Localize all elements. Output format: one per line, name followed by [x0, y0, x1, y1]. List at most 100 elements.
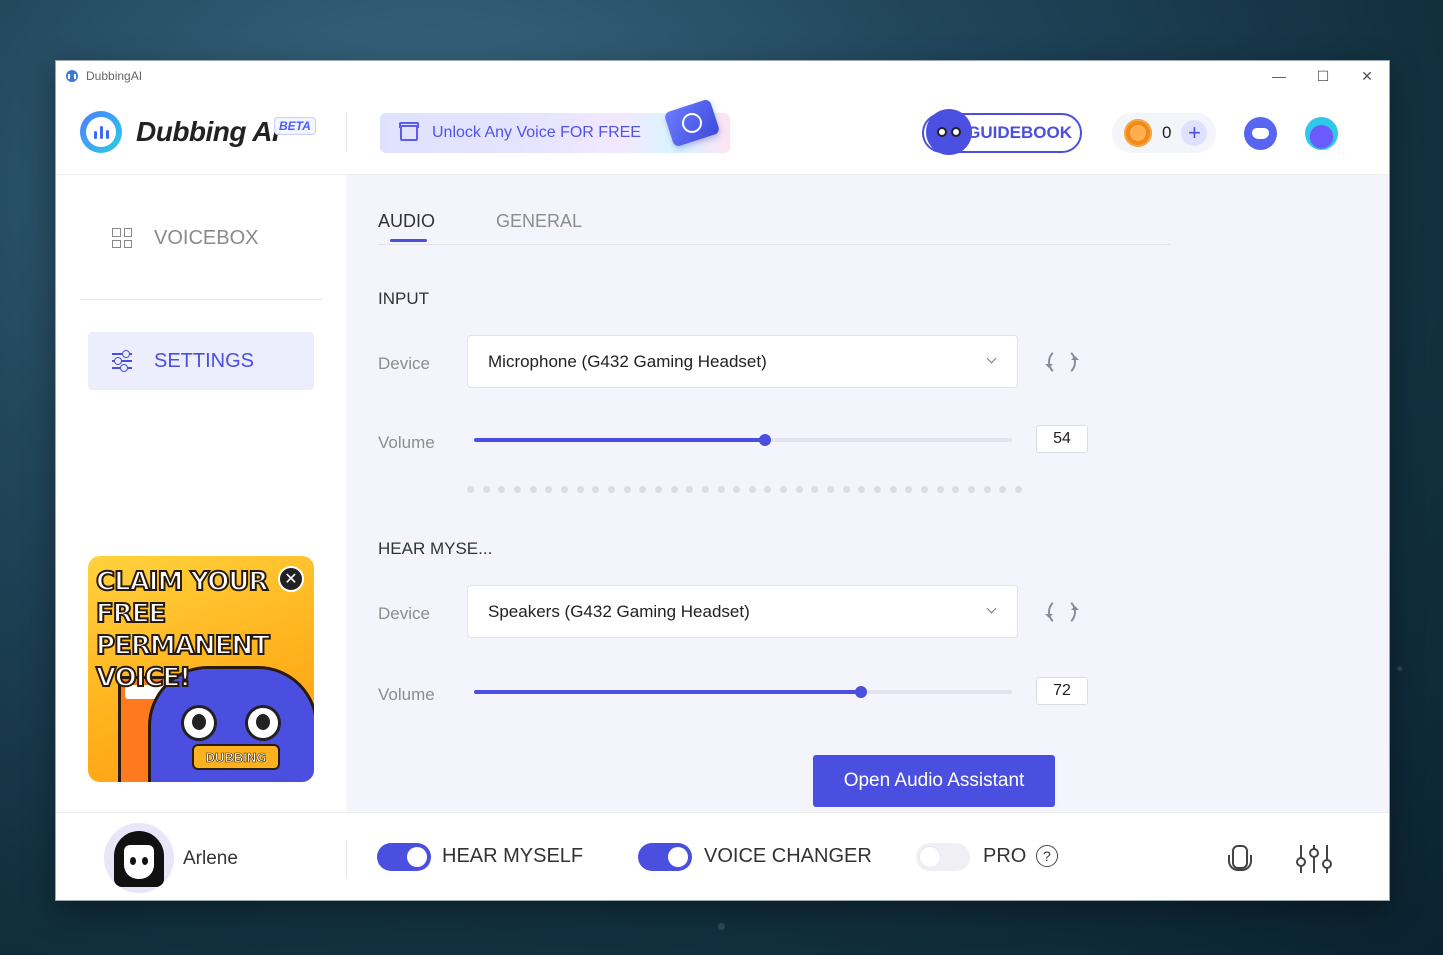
- output-device-select[interactable]: Speakers (G432 Gaming Headset): [467, 585, 1018, 638]
- meter-dot: [701, 486, 709, 493]
- pro-label: PRO: [983, 845, 1027, 867]
- voice-changer-label: VOICE CHANGER: [704, 845, 872, 867]
- sidebar-item-label: SETTINGS: [154, 349, 255, 372]
- meter-dot: [529, 486, 537, 493]
- logo-text: Dubbing AI: [136, 116, 280, 147]
- settings-panel: AUDIO GENERAL INPUT Device Microphone (G…: [346, 175, 1389, 812]
- app-header: Dubbing AI BETA Unlock Any Voice FOR FRE…: [56, 91, 1389, 175]
- help-icon[interactable]: ?: [1035, 845, 1058, 867]
- coin-balance: 0 +: [1112, 113, 1216, 153]
- slider-fill: [474, 690, 862, 694]
- mascot-icon: [926, 109, 972, 155]
- close-button[interactable]: ✕: [1345, 61, 1389, 91]
- hear-myself-toggle[interactable]: [377, 843, 431, 871]
- meter-dot: [733, 486, 741, 493]
- hear-myself-label: HEAR MYSELF: [442, 845, 584, 867]
- banner-close-button[interactable]: ✕: [278, 566, 304, 592]
- maximize-button[interactable]: ☐: [1301, 61, 1345, 91]
- pro-label-group: PRO ?: [983, 845, 1058, 868]
- meter-dot: [639, 486, 647, 493]
- meter-dot: [607, 486, 615, 493]
- slider-fill: [474, 438, 765, 442]
- pro-toggle[interactable]: [916, 843, 970, 871]
- sidebar-item-label: VOICEBOX: [154, 226, 259, 249]
- gift-icon: [399, 122, 419, 141]
- output-volume-value[interactable]: 72: [1036, 677, 1088, 705]
- meter-dot: [467, 486, 474, 493]
- footer-divider: [346, 841, 347, 877]
- claim-voice-banner[interactable]: DUBBING CLAIM YOUR FREE PERMANENT VOICE!…: [88, 556, 314, 782]
- window-title: DubbingAI: [86, 69, 143, 83]
- meter-dot: [780, 486, 788, 493]
- coin-count: 0: [1162, 123, 1172, 142]
- refresh-input-icon[interactable]: [1045, 348, 1079, 376]
- minimize-button[interactable]: —: [1257, 61, 1301, 91]
- user-avatar[interactable]: [104, 823, 174, 893]
- chevron-down-icon: [986, 353, 997, 364]
- voice-changer-toggle[interactable]: [638, 843, 692, 871]
- meter-dot: [623, 486, 631, 493]
- meter-dot: [936, 486, 944, 493]
- mixer-icon[interactable]: [1296, 845, 1332, 873]
- slider-handle[interactable]: [855, 686, 868, 698]
- logo-icon: [80, 111, 122, 153]
- user-name: Arlene: [183, 848, 238, 869]
- chevron-down-icon: [986, 603, 997, 614]
- window-controls: — ☐ ✕: [1257, 61, 1389, 91]
- meter-dot: [545, 486, 553, 493]
- input-device-select[interactable]: Microphone (G432 Gaming Headset): [467, 335, 1018, 388]
- meter-dot: [968, 486, 975, 493]
- header-divider: [346, 113, 347, 151]
- open-audio-assistant-button[interactable]: Open Audio Assistant: [813, 755, 1055, 807]
- input-section-title: INPUT: [378, 289, 429, 308]
- refresh-output-icon[interactable]: [1045, 598, 1079, 626]
- input-volume-slider[interactable]: [474, 434, 1012, 446]
- meter-dot: [592, 486, 600, 493]
- output-volume-label: Volume: [378, 685, 435, 704]
- title-bar: DubbingAI — ☐ ✕: [56, 61, 1389, 91]
- sidebar-divider: [80, 299, 322, 300]
- meter-dot: [795, 486, 803, 493]
- banner-tag: DUBBING: [192, 744, 280, 770]
- input-device-label: Device: [378, 354, 430, 373]
- output-device-value: Speakers (G432 Gaming Headset): [488, 601, 750, 621]
- meter-dot: [670, 486, 678, 493]
- meter-dot: [999, 486, 1007, 493]
- app-icon: [66, 70, 78, 82]
- logo[interactable]: Dubbing AI: [80, 111, 280, 153]
- meter-dot: [717, 486, 725, 493]
- coin-icon: [1124, 119, 1152, 147]
- meter-dot: [983, 486, 991, 493]
- profile-avatar[interactable]: [1305, 117, 1338, 150]
- slider-handle[interactable]: [758, 434, 771, 446]
- meter-dot: [764, 486, 772, 493]
- meter-dot: [952, 486, 960, 493]
- sidebar-item-voicebox[interactable]: VOICEBOX: [88, 209, 314, 267]
- meter-dot: [842, 486, 850, 493]
- guidebook-button[interactable]: GUIDEBOOK: [922, 109, 1082, 155]
- meter-dot: [654, 486, 662, 493]
- meter-dot: [811, 486, 819, 493]
- sidebar-item-settings[interactable]: SETTINGS: [88, 332, 314, 390]
- hear-myself-section-title: HEAR MYSE...: [378, 539, 493, 558]
- meter-dot: [1014, 486, 1022, 493]
- meter-dot: [748, 486, 756, 493]
- discord-icon[interactable]: [1244, 117, 1277, 150]
- add-coins-button[interactable]: +: [1181, 120, 1208, 146]
- meter-dot: [498, 486, 506, 493]
- meter-dot: [576, 486, 584, 493]
- input-volume-value[interactable]: 54: [1036, 425, 1088, 453]
- meter-dot: [874, 486, 882, 493]
- promo-text: Unlock Any Voice FOR FREE: [432, 124, 641, 141]
- sliders-icon: [112, 350, 132, 372]
- tab-audio[interactable]: AUDIO: [378, 211, 435, 242]
- microphone-icon[interactable]: [1228, 845, 1252, 877]
- meter-dot: [482, 486, 490, 493]
- input-level-meter: [467, 486, 1022, 493]
- output-device-label: Device: [378, 604, 430, 623]
- meter-dot: [921, 486, 929, 493]
- tab-general[interactable]: GENERAL: [496, 211, 582, 232]
- meter-dot: [889, 486, 897, 493]
- output-volume-slider[interactable]: [474, 686, 1012, 698]
- unlock-voice-banner[interactable]: Unlock Any Voice FOR FREE: [380, 98, 730, 153]
